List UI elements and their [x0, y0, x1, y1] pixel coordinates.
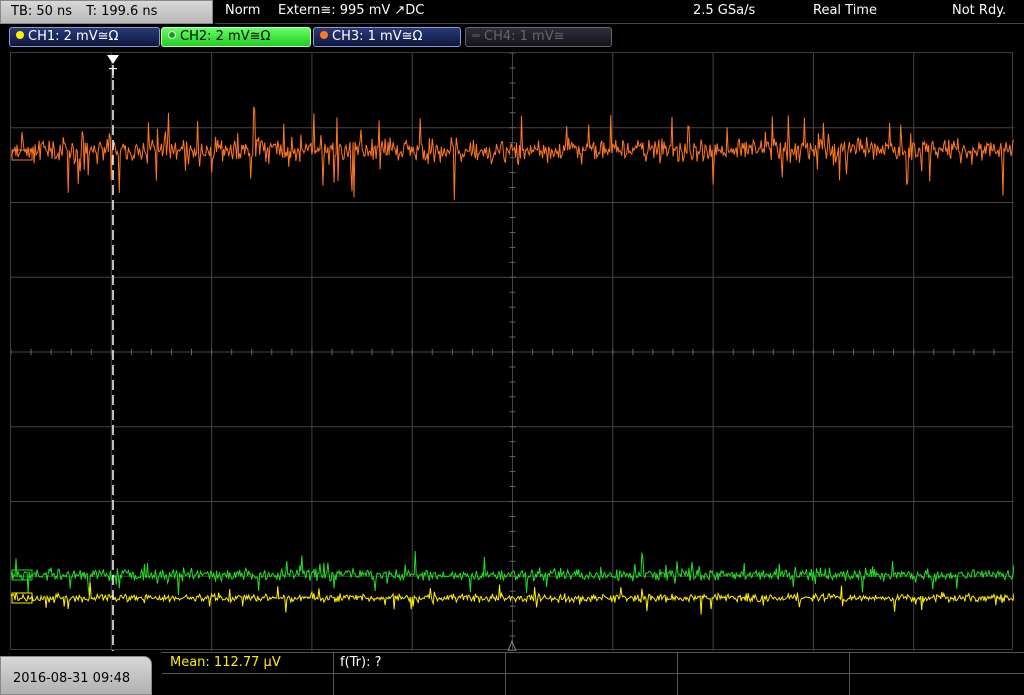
acquisition-status: Norm Extern≅: 995 mV ↗DC 2.5 GSa/s Real …: [215, 0, 1024, 24]
acquisition-mode: Real Time: [813, 3, 877, 18]
measurement-cell-empty[interactable]: [678, 653, 850, 695]
measurement-divider: [162, 673, 1024, 674]
top-status-bar: TB: 50 ns T: 199.6 ns Norm Extern≅: 995 m…: [0, 0, 1024, 24]
channel-2-button[interactable]: CH2: 2 mV≅Ω: [161, 27, 311, 47]
channel-4-button[interactable]: CH4: 1 mV≅: [465, 27, 612, 47]
channel-dot-icon: [16, 31, 24, 39]
channel-dot-icon: [320, 31, 328, 39]
waveform-display[interactable]: T: [10, 52, 1014, 651]
sample-rate: 2.5 GSa/s: [693, 3, 756, 18]
date-time: 2016-08-31 09:48: [13, 671, 131, 686]
trigger-marker-label: T: [108, 67, 117, 82]
measurement-cell-empty[interactable]: [506, 653, 678, 695]
frequency-measurement: f(Tr): ?: [340, 655, 382, 670]
channel-dot-icon: [472, 34, 480, 37]
channel-4-label: CH4: 1 mV≅: [484, 29, 565, 44]
acquisition-state: Not Rdy.: [952, 3, 1007, 18]
channel-bar: CH1: 2 mV≅Ω CH2: 2 mV≅Ω CH3: 1 mV≅Ω CH4:…: [0, 26, 1024, 48]
trigger-position-icon[interactable]: [107, 55, 119, 64]
graticule-grid: [11, 53, 1014, 651]
timebase-label: TB: 50 ns: [11, 4, 73, 19]
mean-measurement: Mean: 112.77 µV: [170, 655, 281, 670]
channel-1-label: CH1: 2 mV≅Ω: [28, 29, 119, 44]
trigger-source[interactable]: Extern≅: 995 mV ↗DC: [278, 3, 424, 18]
scope-graticule: T: [11, 53, 1014, 651]
timebase-box[interactable]: TB: 50 ns T: 199.6 ns: [0, 0, 213, 24]
channel-dot-icon: [168, 31, 176, 39]
trigger-mode[interactable]: Norm: [225, 3, 260, 18]
channel-2-label: CH2: 2 mV≅Ω: [180, 29, 271, 44]
channel-1-button[interactable]: CH1: 2 mV≅Ω: [9, 27, 160, 47]
measurement-cell-empty[interactable]: [850, 653, 1024, 695]
channel-3-button[interactable]: CH3: 1 mV≅Ω: [313, 27, 461, 47]
channel-3-label: CH3: 1 mV≅Ω: [332, 29, 423, 44]
measurement-panel: Mean: 112.77 µV f(Tr): ?: [162, 652, 1024, 695]
trigger-time-label: T: 199.6 ns: [86, 4, 158, 19]
date-time-box: 2016-08-31 09:48: [0, 656, 152, 695]
